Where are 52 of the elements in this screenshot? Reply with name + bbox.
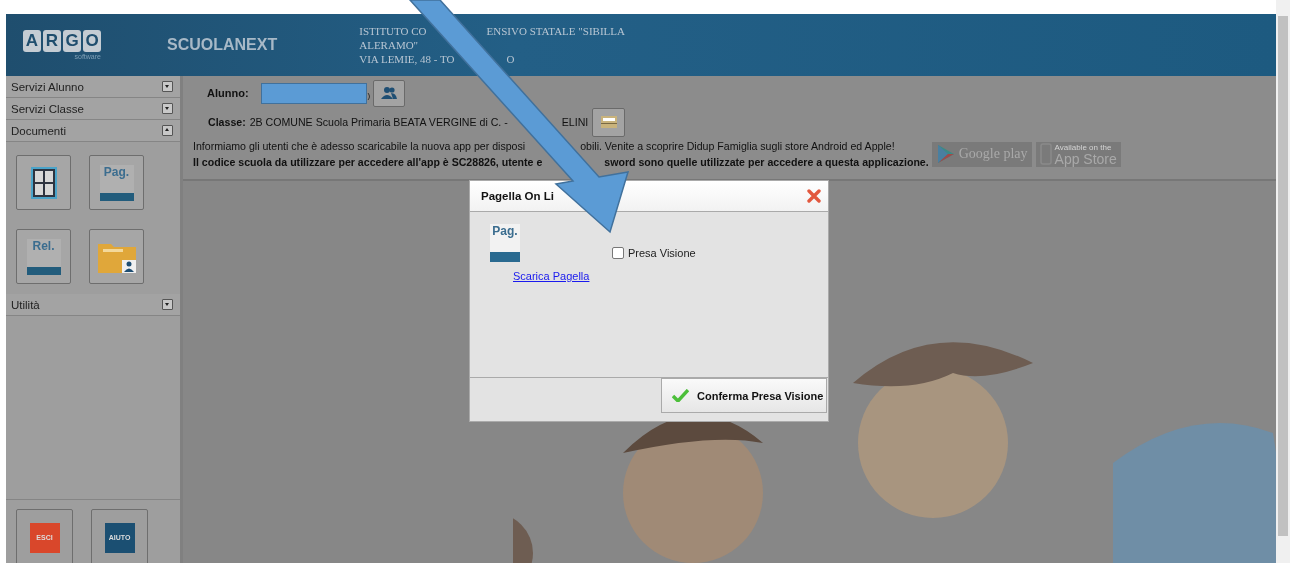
sidebar-section-label: Servizi Classe xyxy=(11,102,84,115)
document-icon: Rel. xyxy=(26,238,61,275)
class-button[interactable] xyxy=(592,107,626,137)
logo-letter: G xyxy=(63,30,81,52)
people-icon xyxy=(381,86,398,100)
expand-icon[interactable] xyxy=(162,81,173,92)
checkbox[interactable] xyxy=(612,247,624,259)
logo-letter: O xyxy=(83,30,101,52)
dialog-title: Pagella On Li xyxy=(481,190,554,202)
notice-text: sword sono quelle utilizzate per accedere a questa applicazione. xyxy=(604,156,929,168)
close-icon[interactable] xyxy=(807,189,821,203)
logo-letter: A xyxy=(23,30,41,52)
notice-text: Informiamo gli utenti che è adesso scaricabile la nuova app per disposi xyxy=(193,140,526,152)
expand-icon[interactable] xyxy=(162,103,173,114)
document-tile[interactable] xyxy=(16,155,71,210)
document-icon: Pag. xyxy=(99,164,134,201)
product-name: SCUOLANEXT xyxy=(167,35,278,55)
school-text: VIA LEMIE, 48 - TO xyxy=(359,53,455,65)
sidebar-section-label: Utilità xyxy=(11,298,40,311)
class-text: 2B COMUNE Scuola Primaria BEATA VERGINE di C. - xyxy=(249,116,508,128)
check-icon xyxy=(672,389,689,402)
sidebar-section-header[interactable]: Servizi Classe xyxy=(6,98,180,120)
sidebar-section-header[interactable]: Servizi Alunno xyxy=(6,76,180,98)
badge-caption: Available on the xyxy=(1054,142,1113,152)
school-text: O xyxy=(506,53,515,65)
collapse-icon[interactable] xyxy=(162,125,173,136)
student-picker-button[interactable] xyxy=(373,79,406,107)
class-label: Classe: xyxy=(208,116,246,128)
play-icon xyxy=(935,144,956,164)
sidebar-section-header[interactable]: Utilità xyxy=(6,294,180,316)
school-text: ENSIVO STATALE "SIBILLA xyxy=(486,25,625,37)
field-fragment: ) xyxy=(367,90,371,100)
expand-icon[interactable] xyxy=(162,299,173,310)
student-label: Alunno: xyxy=(207,87,249,99)
logo-letter: R xyxy=(43,30,61,52)
sidebar-section-label: Servizi Alunno xyxy=(11,80,84,93)
checkbox-label: Presa Visione xyxy=(628,247,696,259)
class-text: ELINI xyxy=(561,116,589,128)
notice-text: obili. Venite a scoprire Didup Famiglia sugli store Android ed Apple! xyxy=(580,140,895,152)
drawer-icon xyxy=(600,116,617,128)
notice-text: Il codice scuola da utilizzare per accedere all'app è SC28826, utente e xyxy=(193,156,543,168)
scrollbar[interactable] xyxy=(1276,0,1290,563)
sidebar-section-header[interactable]: Documenti xyxy=(6,120,180,142)
download-link[interactable]: Scarica Pagella xyxy=(513,270,612,282)
school-text: ISTITUTO CO xyxy=(359,25,427,37)
scrollbar-thumb[interactable] xyxy=(1278,16,1288,536)
report-card-icon: Pag. xyxy=(490,224,520,262)
grid-icon xyxy=(30,166,57,199)
sidebar-section-label: Documenti xyxy=(11,124,66,137)
school-text: ALERAMO" xyxy=(359,39,419,51)
confirm-button[interactable]: Conferma Presa Visione xyxy=(661,378,827,413)
document-tile[interactable] xyxy=(89,229,144,284)
